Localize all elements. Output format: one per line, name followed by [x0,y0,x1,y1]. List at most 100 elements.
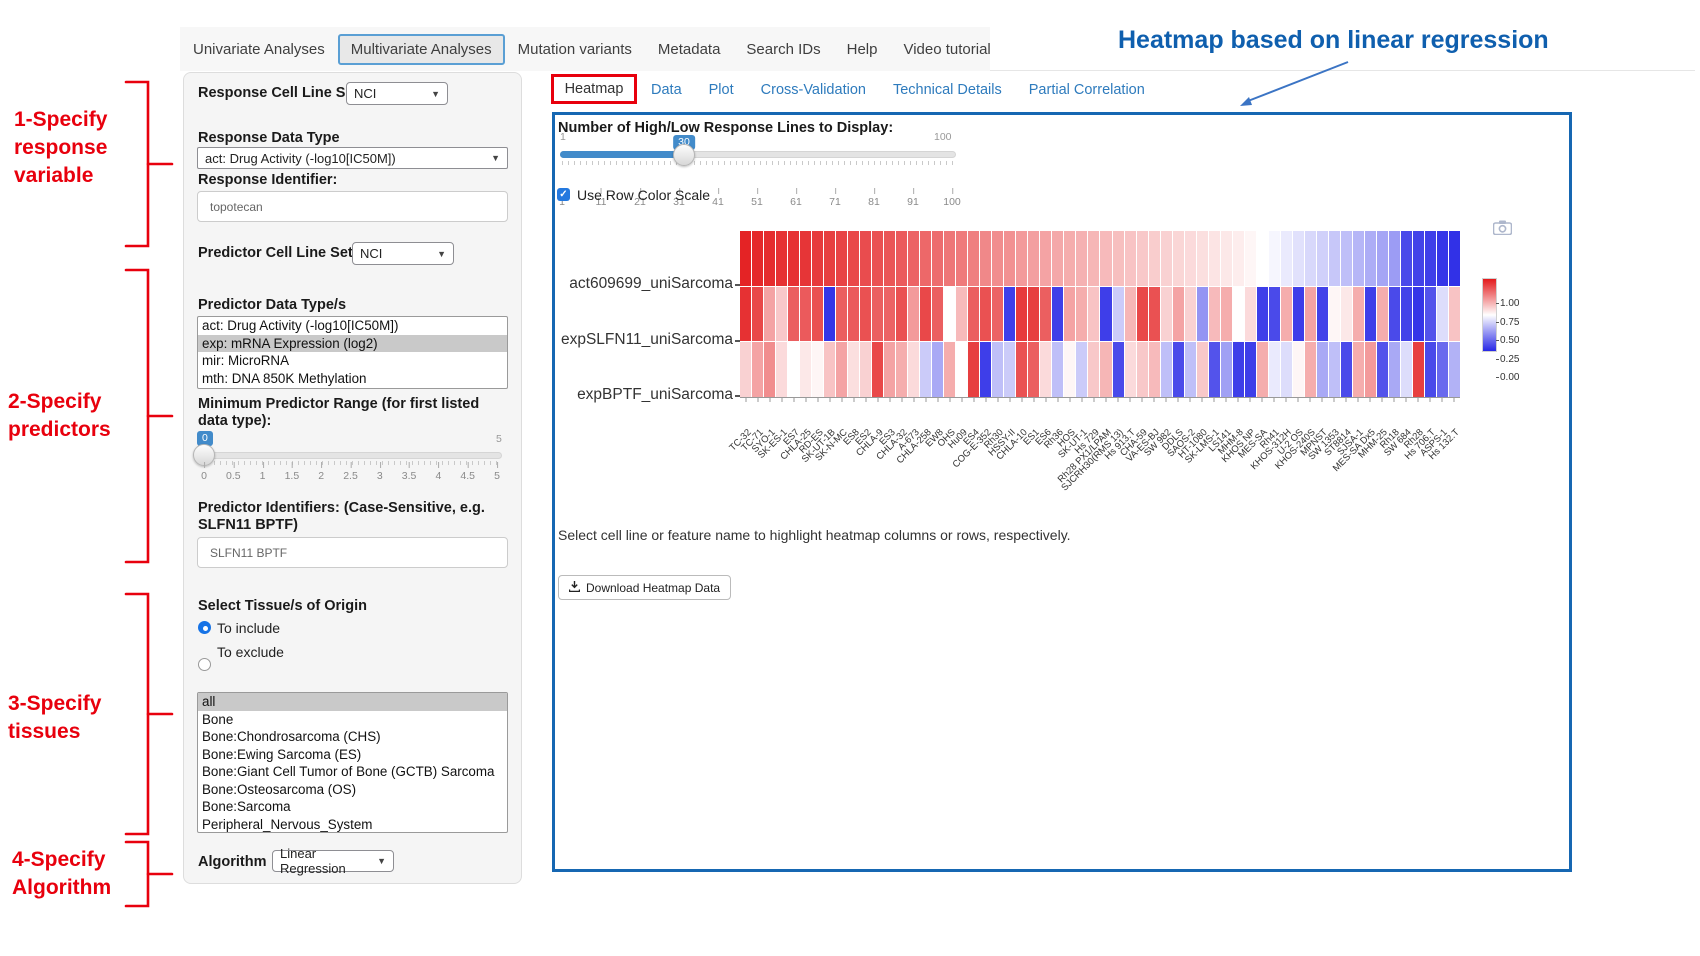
heatmap-cell[interactable] [1365,342,1376,397]
tissues-exclude-radio[interactable] [198,658,211,671]
heatmap-cell[interactable] [1305,231,1316,286]
heatmap-cell[interactable] [992,342,1003,397]
heatmap-cell[interactable] [1341,231,1352,286]
heatmap-cell[interactable] [1281,287,1292,342]
heatmap-cell[interactable] [908,342,919,397]
heatmap-cell[interactable] [1329,287,1340,342]
heatmap-cell[interactable] [1088,287,1099,342]
heatmap-cell[interactable] [1076,231,1087,286]
tissue-option-bone-sarcoma[interactable]: Bone:Sarcoma [198,798,507,816]
nav-tab-video-tutorial[interactable]: Video tutorial [890,34,1003,65]
heatmap-cell[interactable] [1185,287,1196,342]
heatmap-row-label-expbptf-unisarcoma[interactable]: expBPTF_uniSarcoma [553,386,733,404]
heatmap-cell[interactable] [788,287,799,342]
download-heatmap-data-button[interactable]: Download Heatmap Data [558,575,731,600]
heatmap-cell[interactable] [764,342,775,397]
heatmap-cell[interactable] [968,231,979,286]
heatmap-cell[interactable] [1317,342,1328,397]
nav-tab-univariate-analyses[interactable]: Univariate Analyses [180,34,338,65]
heatmap-cell[interactable] [1076,287,1087,342]
heatmap-cell[interactable] [1341,287,1352,342]
heatmap-cell[interactable] [920,342,931,397]
heatmap-cell[interactable] [944,287,955,342]
heatmap-cell[interactable] [1100,287,1111,342]
heatmap-cell[interactable] [1449,342,1460,397]
tissues-listbox[interactable]: allBoneBone:Chondrosarcoma (CHS)Bone:Ewi… [197,692,508,833]
heatmap-cell[interactable] [992,287,1003,342]
heatmap-cell[interactable] [1173,342,1184,397]
heatmap-cell[interactable] [824,231,835,286]
heatmap-cell[interactable] [860,231,871,286]
heatmap-cell[interactable] [836,287,847,342]
heatmap-cell[interactable] [1269,231,1280,286]
heatmap-cell[interactable] [1329,231,1340,286]
tissues-include-radio[interactable] [198,621,211,634]
heatmap-cell[interactable] [1389,231,1400,286]
heatmap-cell[interactable] [884,231,895,286]
heatmap-cell[interactable] [1305,342,1316,397]
heatmap-cell[interactable] [1052,342,1063,397]
heatmap-cell[interactable] [1100,342,1111,397]
min-predictor-range-slider-track[interactable] [198,452,502,459]
heatmap-cell[interactable] [1161,342,1172,397]
heatmap-cell[interactable] [1137,342,1148,397]
heatmap-cell[interactable] [1317,231,1328,286]
heatmap-cell[interactable] [1064,342,1075,397]
heatmap-cell[interactable] [1329,342,1340,397]
heatmap-cell[interactable] [872,231,883,286]
heatmap-cell[interactable] [800,287,811,342]
nav-tab-multivariate-analyses[interactable]: Multivariate Analyses [338,34,505,65]
heatmap-cell[interactable] [980,287,991,342]
heatmap-cell[interactable] [1425,231,1436,286]
heatmap-cell[interactable] [800,342,811,397]
heatmap-cell[interactable] [1269,342,1280,397]
heatmap-cell[interactable] [800,231,811,286]
heatmap-cell[interactable] [1040,287,1051,342]
heatmap-cell[interactable] [1149,287,1160,342]
response-identifier-input[interactable]: topotecan [197,191,508,222]
heatmap-cell[interactable] [764,287,775,342]
heatmap-cell[interactable] [1016,287,1027,342]
heatmap-cell[interactable] [860,342,871,397]
heatmap-cell[interactable] [1040,231,1051,286]
heatmap-cell[interactable] [1281,231,1292,286]
heatmap-cell[interactable] [1064,287,1075,342]
nav-tab-mutation-variants[interactable]: Mutation variants [505,34,645,65]
heatmap-cell[interactable] [872,287,883,342]
heatmap-cell[interactable] [1425,342,1436,397]
heatmap-cell[interactable] [740,342,751,397]
heatmap-cell[interactable] [1221,231,1232,286]
camera-icon[interactable] [1493,220,1512,240]
heatmap-cell[interactable] [896,231,907,286]
heatmap-cell[interactable] [1185,342,1196,397]
heatmap-cell[interactable] [980,231,991,286]
heatmap-cell[interactable] [1221,342,1232,397]
heatmap-cell[interactable] [1185,231,1196,286]
heatmap-cell[interactable] [1293,231,1304,286]
tissue-option-bone[interactable]: Bone [198,711,507,729]
heatmap-cell[interactable] [1125,231,1136,286]
heatmap-cell[interactable] [848,231,859,286]
heatmap-cell[interactable] [1425,287,1436,342]
heatmap-cell[interactable] [956,231,967,286]
heatmap-cell[interactable] [836,342,847,397]
lines-slider-handle[interactable] [673,144,695,166]
heatmap-cell[interactable] [1389,287,1400,342]
predictor-data-type-option-mir-microrna[interactable]: mir: MicroRNA [198,352,507,370]
heatmap-cell[interactable] [1437,342,1448,397]
heatmap-cell[interactable] [1257,342,1268,397]
predictor-data-types-listbox[interactable]: act: Drug Activity (-log10[IC50M])exp: m… [197,316,508,389]
heatmap-cell[interactable] [1088,342,1099,397]
heatmap-cell[interactable] [1052,231,1063,286]
heatmap-cell[interactable] [1305,287,1316,342]
heatmap-cell[interactable] [1100,231,1111,286]
heatmap-cell[interactable] [788,231,799,286]
heatmap-cell[interactable] [1281,342,1292,397]
heatmap-cell[interactable] [812,231,823,286]
nav-tab-help[interactable]: Help [834,34,891,65]
heatmap-row-label-expslfn11-unisarcoma[interactable]: expSLFN11_uniSarcoma [553,331,733,349]
heatmap-cell[interactable] [1389,342,1400,397]
heatmap-cell[interactable] [1221,287,1232,342]
heatmap-cell[interactable] [1377,342,1388,397]
heatmap-cell[interactable] [1245,287,1256,342]
